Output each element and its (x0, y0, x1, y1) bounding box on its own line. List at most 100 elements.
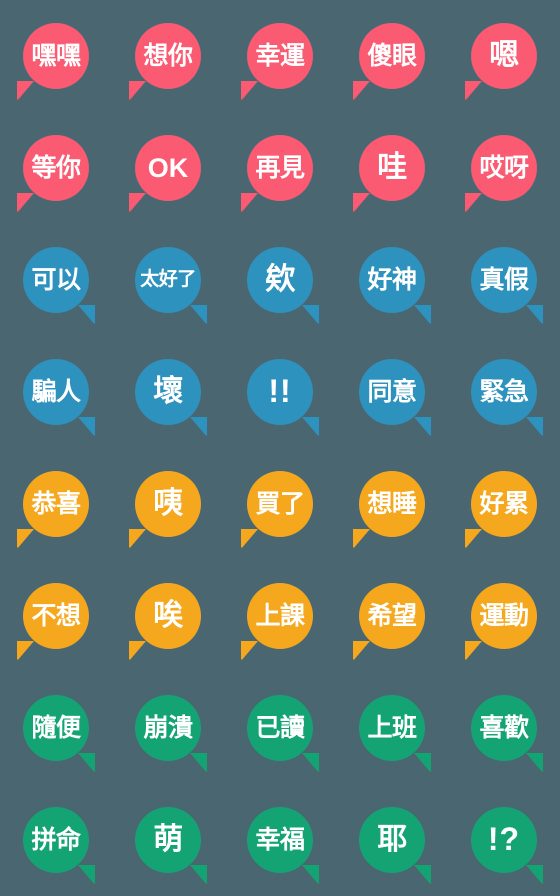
sticker-label: 再見 (255, 153, 305, 182)
speech-bubble-icon[interactable]: 運動 (471, 583, 537, 649)
speech-bubble-icon[interactable]: 希望 (359, 583, 425, 649)
sticker-cell[interactable]: 上課 (224, 560, 336, 672)
speech-bubble-icon[interactable]: 好神 (359, 247, 425, 313)
sticker-label: 壞 (153, 374, 183, 410)
sticker-cell[interactable]: 好累 (448, 448, 560, 560)
sticker-cell[interactable]: 嘿嘿 (0, 0, 112, 112)
sticker-cell[interactable]: 等你 (0, 112, 112, 224)
sticker-cell[interactable]: 不想 (0, 560, 112, 672)
speech-bubble-icon[interactable]: 喜歡 (471, 695, 537, 761)
sticker-cell[interactable]: 上班 (336, 672, 448, 784)
sticker-label: 買了 (255, 489, 305, 518)
speech-bubble-icon[interactable]: 上班 (359, 695, 425, 761)
sticker-cell[interactable]: 緊急 (448, 336, 560, 448)
speech-bubble-icon[interactable]: 欸 (247, 247, 313, 313)
speech-bubble-icon[interactable]: 耶 (359, 807, 425, 873)
speech-bubble-icon[interactable]: !? (471, 807, 537, 873)
sticker-cell[interactable]: 幸福 (224, 784, 336, 896)
sticker-cell[interactable]: 恭喜 (0, 448, 112, 560)
sticker-cell[interactable]: 已讀 (224, 672, 336, 784)
sticker-cell[interactable]: 崩潰 (112, 672, 224, 784)
sticker-cell[interactable]: 好神 (336, 224, 448, 336)
speech-bubble-icon[interactable]: 上課 (247, 583, 313, 649)
speech-bubble-icon[interactable]: 同意 (359, 359, 425, 425)
sticker-label: 同意 (367, 377, 417, 406)
sticker-cell[interactable]: 咦 (112, 448, 224, 560)
sticker-cell[interactable]: 希望 (336, 560, 448, 672)
sticker-cell[interactable]: 運動 (448, 560, 560, 672)
speech-bubble-icon[interactable]: 嘿嘿 (23, 23, 89, 89)
sticker-cell[interactable]: 唉 (112, 560, 224, 672)
sticker-label: 好累 (479, 489, 529, 518)
sticker-cell[interactable]: 壞 (112, 336, 224, 448)
speech-bubble-icon[interactable]: 咦 (135, 471, 201, 537)
sticker-label: 幸運 (255, 41, 305, 70)
sticker-label: 傻眼 (367, 41, 417, 70)
sticker-cell[interactable]: 太好了 (112, 224, 224, 336)
sticker-label: 幸福 (255, 825, 305, 854)
sticker-grid: 嘿嘿 想你 幸運 傻眼 嗯等你 OK 再見 哇 哎呀可以 太好了 欸 好神 真假騙人 壞!! 同意 緊急恭喜 咦… (0, 0, 560, 896)
speech-bubble-icon[interactable]: 緊急 (471, 359, 537, 425)
speech-bubble-icon[interactable]: OK (135, 135, 201, 201)
speech-bubble-icon[interactable]: 不想 (23, 583, 89, 649)
sticker-cell[interactable]: 喜歡 (448, 672, 560, 784)
speech-bubble-icon[interactable]: !! (247, 359, 313, 425)
speech-bubble-icon[interactable]: 真假 (471, 247, 537, 313)
sticker-label: 可以 (31, 265, 81, 294)
sticker-label: 拼命 (31, 825, 81, 854)
speech-bubble-icon[interactable]: 萌 (135, 807, 201, 873)
sticker-cell[interactable]: !! (224, 336, 336, 448)
speech-bubble-icon[interactable]: 恭喜 (23, 471, 89, 537)
sticker-cell[interactable]: 萌 (112, 784, 224, 896)
sticker-label: 嘿嘿 (31, 41, 81, 70)
sticker-cell[interactable]: 真假 (448, 224, 560, 336)
sticker-cell[interactable]: 可以 (0, 224, 112, 336)
speech-bubble-icon[interactable]: 哇 (359, 135, 425, 201)
sticker-cell[interactable]: 想睡 (336, 448, 448, 560)
speech-bubble-icon[interactable]: 壞 (135, 359, 201, 425)
sticker-cell[interactable]: !? (448, 784, 560, 896)
speech-bubble-icon[interactable]: 唉 (135, 583, 201, 649)
speech-bubble-icon[interactable]: 崩潰 (135, 695, 201, 761)
sticker-cell[interactable]: 哎呀 (448, 112, 560, 224)
speech-bubble-icon[interactable]: 買了 (247, 471, 313, 537)
speech-bubble-icon[interactable]: 哎呀 (471, 135, 537, 201)
speech-bubble-icon[interactable]: 太好了 (135, 247, 201, 313)
speech-bubble-icon[interactable]: 拼命 (23, 807, 89, 873)
speech-bubble-icon[interactable]: 想你 (135, 23, 201, 89)
sticker-cell[interactable]: 再見 (224, 112, 336, 224)
sticker-cell[interactable]: 想你 (112, 0, 224, 112)
speech-bubble-icon[interactable]: 傻眼 (359, 23, 425, 89)
speech-bubble-icon[interactable]: 騙人 (23, 359, 89, 425)
sticker-cell[interactable]: 哇 (336, 112, 448, 224)
sticker-cell[interactable]: 買了 (224, 448, 336, 560)
speech-bubble-icon[interactable]: 等你 (23, 135, 89, 201)
sticker-cell[interactable]: 同意 (336, 336, 448, 448)
sticker-cell[interactable]: 拼命 (0, 784, 112, 896)
sticker-label: !! (268, 373, 292, 410)
sticker-label: 上課 (255, 601, 305, 630)
sticker-label: 萌 (153, 822, 183, 858)
sticker-cell[interactable]: OK (112, 112, 224, 224)
sticker-cell[interactable]: 隨便 (0, 672, 112, 784)
speech-bubble-icon[interactable]: 已讀 (247, 695, 313, 761)
sticker-cell[interactable]: 騙人 (0, 336, 112, 448)
sticker-label: 咦 (153, 486, 183, 522)
speech-bubble-icon[interactable]: 可以 (23, 247, 89, 313)
speech-bubble-icon[interactable]: 幸運 (247, 23, 313, 89)
sticker-label: 哇 (377, 150, 407, 186)
speech-bubble-icon[interactable]: 想睡 (359, 471, 425, 537)
sticker-cell[interactable]: 欸 (224, 224, 336, 336)
speech-bubble-icon[interactable]: 再見 (247, 135, 313, 201)
speech-bubble-icon[interactable]: 幸福 (247, 807, 313, 873)
speech-bubble-icon[interactable]: 嗯 (471, 23, 537, 89)
sticker-label: !? (487, 821, 521, 858)
sticker-cell[interactable]: 幸運 (224, 0, 336, 112)
speech-bubble-icon[interactable]: 隨便 (23, 695, 89, 761)
sticker-label: 已讀 (255, 713, 305, 742)
sticker-label: 好神 (367, 265, 417, 294)
sticker-cell[interactable]: 嗯 (448, 0, 560, 112)
sticker-cell[interactable]: 傻眼 (336, 0, 448, 112)
speech-bubble-icon[interactable]: 好累 (471, 471, 537, 537)
sticker-cell[interactable]: 耶 (336, 784, 448, 896)
